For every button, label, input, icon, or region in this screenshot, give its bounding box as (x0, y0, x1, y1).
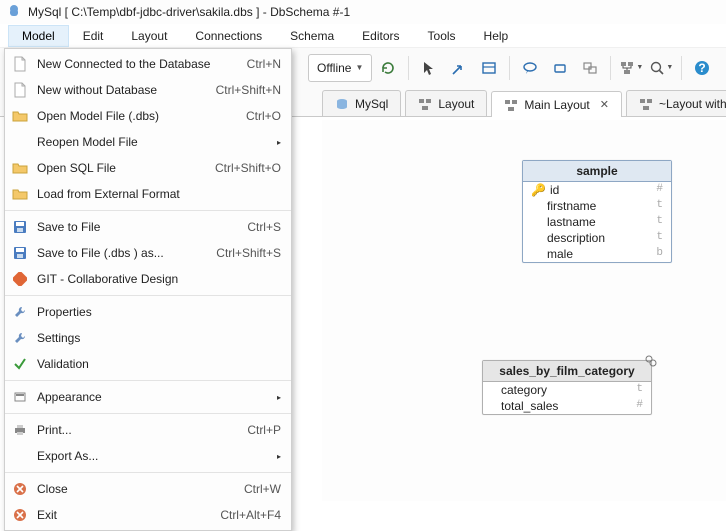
menu-appearance[interactable]: Appearance▸ (5, 384, 291, 410)
model-menu-dropdown: New Connected to the DatabaseCtrl+N New … (4, 48, 292, 531)
menu-reopen-model[interactable]: Reopen Model File▸ (5, 129, 291, 155)
menu-tools[interactable]: Tools (414, 25, 470, 47)
entity-sales-by-film-category[interactable]: sales_by_film_category categoryt total_s… (482, 360, 652, 415)
save-icon (11, 218, 29, 236)
print-icon (11, 421, 29, 439)
menu-validation[interactable]: Validation (5, 351, 291, 377)
menu-separator (5, 380, 291, 381)
entity-title: sales_by_film_category (483, 361, 651, 382)
folder-icon (11, 159, 29, 177)
caret-down-icon: ▼ (636, 64, 643, 71)
menu-new-connected[interactable]: New Connected to the DatabaseCtrl+N (5, 51, 291, 77)
entity-sample[interactable]: sample 🔑id# firstnamet lastnamet descrip… (522, 160, 672, 263)
menu-export-as[interactable]: Export As...▸ (5, 443, 291, 469)
tool-arrow-button[interactable] (445, 54, 473, 82)
menu-bar: Model Edit Layout Connections Schema Edi… (0, 24, 726, 48)
menu-separator (5, 472, 291, 473)
layout-icon (418, 97, 432, 111)
tab-label: Layout (438, 97, 474, 111)
entity-title: sample (523, 161, 671, 182)
key-icon: 🔑 (531, 183, 546, 197)
menu-editors[interactable]: Editors (348, 25, 413, 47)
diagram-canvas[interactable]: sample 🔑id# firstnamet lastnamet descrip… (322, 120, 726, 501)
close-icon (11, 506, 29, 524)
refresh-button[interactable] (374, 54, 402, 82)
menu-settings[interactable]: Settings (5, 325, 291, 351)
tool-group-button[interactable] (576, 54, 604, 82)
tool-table-button[interactable] (475, 54, 503, 82)
tab-main-layout[interactable]: Main Layout ✕ (491, 91, 622, 117)
submenu-caret-icon: ▸ (277, 138, 281, 147)
document-icon (11, 55, 29, 73)
title-bar: MySql [ C:\Temp\dbf-jdbc-driver\sakila.d… (0, 0, 726, 24)
connection-status-label: Offline (317, 61, 351, 75)
submenu-caret-icon: ▸ (277, 452, 281, 461)
tool-comment-button[interactable] (516, 54, 544, 82)
entity-row[interactable]: descriptiont (523, 230, 671, 246)
menu-separator (5, 295, 291, 296)
menu-save[interactable]: Save to FileCtrl+S (5, 214, 291, 240)
wrench-icon (11, 329, 29, 347)
db-icon (335, 97, 349, 111)
menu-layout[interactable]: Layout (117, 25, 181, 47)
entity-badge-icon (645, 355, 657, 367)
menu-exit[interactable]: ExitCtrl+Alt+F4 (5, 502, 291, 528)
tool-shape-button[interactable] (546, 54, 574, 82)
close-icon[interactable]: ✕ (600, 98, 609, 111)
menu-git[interactable]: GIT - Collaborative Design (5, 266, 291, 292)
tab-label: Main Layout (524, 98, 589, 112)
document-icon (11, 81, 29, 99)
menu-open-model[interactable]: Open Model File (.dbs)Ctrl+O (5, 103, 291, 129)
help-button[interactable]: ? (688, 54, 716, 82)
entity-row[interactable]: firstnamet (523, 198, 671, 214)
menu-separator (5, 413, 291, 414)
layout-icon (639, 97, 653, 111)
app-icon (6, 4, 22, 20)
entity-row[interactable]: categoryt (483, 382, 651, 398)
connection-status-dropdown[interactable]: Offline ▼ (308, 54, 372, 82)
svg-text:?: ? (699, 61, 706, 75)
window-title: MySql [ C:\Temp\dbf-jdbc-driver\sakila.d… (28, 5, 350, 19)
entity-row[interactable]: maleb (523, 246, 671, 262)
tab-label: MySql (355, 97, 388, 111)
tool-cursor-button[interactable] (415, 54, 443, 82)
git-icon (11, 270, 29, 288)
entity-row[interactable]: 🔑id# (523, 182, 671, 198)
tab-layout[interactable]: Layout (405, 90, 487, 116)
menu-separator (5, 210, 291, 211)
save-icon (11, 244, 29, 262)
layout-icon (504, 98, 518, 112)
tab-label: ~Layout with S (659, 97, 726, 111)
menu-connections[interactable]: Connections (181, 25, 276, 47)
tool-autolayout-button[interactable]: ▼ (617, 54, 645, 82)
menu-load-external[interactable]: Load from External Format (5, 181, 291, 207)
appearance-icon (11, 388, 29, 406)
menu-model[interactable]: Model (8, 25, 69, 47)
folder-icon (11, 107, 29, 125)
close-icon (11, 480, 29, 498)
folder-icon (11, 185, 29, 203)
caret-down-icon: ▼ (355, 63, 363, 72)
menu-close[interactable]: CloseCtrl+W (5, 476, 291, 502)
tab-mysql[interactable]: MySql (322, 90, 401, 116)
menu-open-sql[interactable]: Open SQL FileCtrl+Shift+O (5, 155, 291, 181)
submenu-caret-icon: ▸ (277, 393, 281, 402)
caret-down-icon: ▼ (666, 64, 673, 71)
menu-help[interactable]: Help (470, 25, 523, 47)
menu-save-as[interactable]: Save to File (.dbs ) as...Ctrl+Shift+S (5, 240, 291, 266)
menu-new-without-db[interactable]: New without DatabaseCtrl+Shift+N (5, 77, 291, 103)
tab-layout-with-s[interactable]: ~Layout with S (626, 90, 726, 116)
menu-print[interactable]: Print...Ctrl+P (5, 417, 291, 443)
entity-row[interactable]: lastnamet (523, 214, 671, 230)
wrench-icon (11, 303, 29, 321)
tool-zoom-button[interactable]: ▼ (647, 54, 675, 82)
menu-edit[interactable]: Edit (69, 25, 118, 47)
entity-row[interactable]: total_sales# (483, 398, 651, 414)
menu-properties[interactable]: Properties (5, 299, 291, 325)
check-icon (11, 355, 29, 373)
menu-schema[interactable]: Schema (276, 25, 348, 47)
